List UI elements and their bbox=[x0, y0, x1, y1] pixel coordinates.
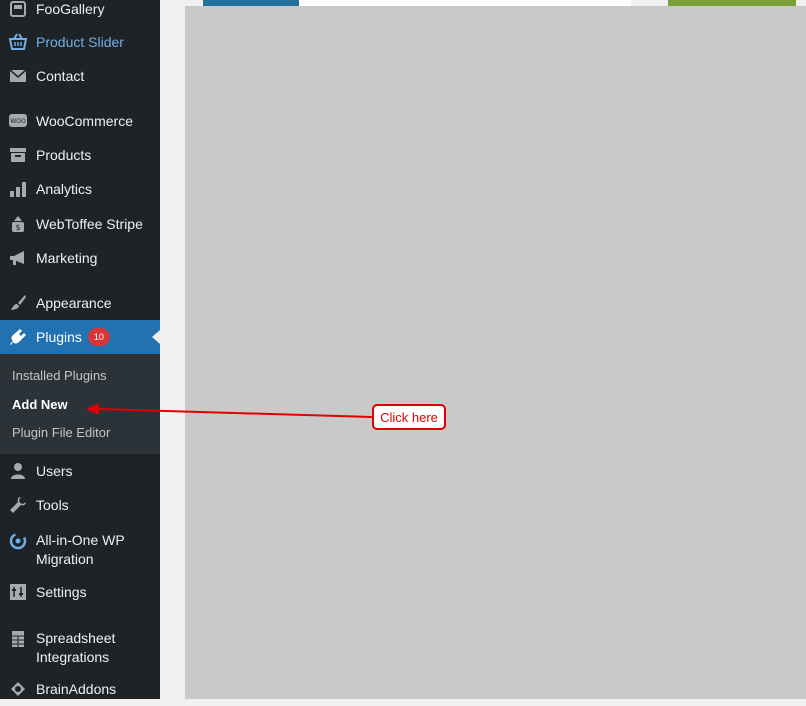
annotation-arrow-icon bbox=[86, 403, 373, 418]
annotation-callout: Click here bbox=[372, 404, 446, 430]
